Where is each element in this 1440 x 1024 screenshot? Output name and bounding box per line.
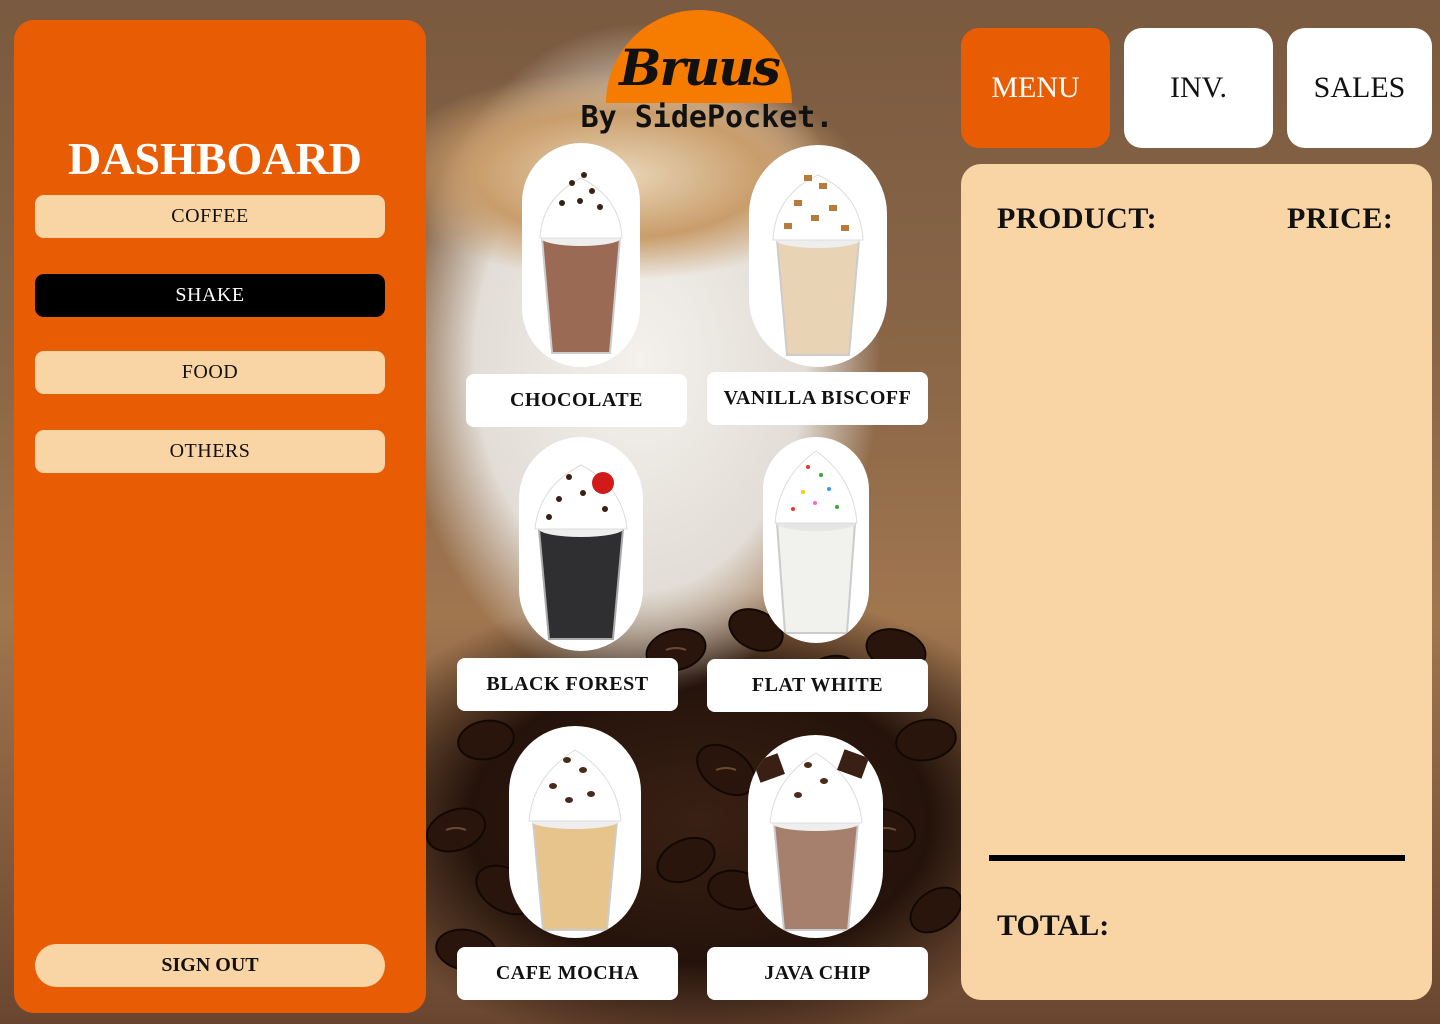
logo-brand-name: Bruus [619, 38, 780, 97]
product-image-cafe-mocha[interactable] [509, 726, 641, 938]
category-others-button[interactable]: OTHERS [35, 430, 385, 473]
category-food-button[interactable]: FOOD [35, 351, 385, 394]
category-coffee-button[interactable]: COFFEE [35, 195, 385, 238]
category-shake-button[interactable]: SHAKE [35, 274, 385, 317]
flat-white-shake-icon [774, 450, 858, 634]
sign-out-button[interactable]: SIGN OUT [35, 944, 385, 987]
total-label: TOTAL: [997, 909, 1110, 942]
product-label-java-chip[interactable]: JAVA CHIP [707, 947, 928, 1000]
product-image-flat-white[interactable] [763, 437, 869, 643]
logo-tagline: By SidePocket. [580, 100, 834, 135]
product-label-flat-white[interactable]: FLAT WHITE [707, 659, 928, 712]
tab-sales[interactable]: SALES [1287, 28, 1432, 148]
price-column-header: PRICE: [1287, 202, 1394, 235]
product-image-vanilla-biscoff[interactable] [749, 145, 887, 367]
tab-inventory[interactable]: INV. [1124, 28, 1273, 148]
product-image-black-forest[interactable] [519, 437, 643, 651]
total-divider [989, 855, 1405, 861]
tab-menu[interactable]: MENU [961, 28, 1110, 148]
chocolate-shake-icon [539, 172, 623, 354]
dashboard-title: DASHBOARD [68, 133, 362, 184]
product-label-chocolate[interactable]: CHOCOLATE [466, 374, 687, 427]
product-column-header: PRODUCT: [997, 202, 1158, 235]
java-chip-shake-icon [753, 749, 869, 931]
order-panel: PRODUCT: PRICE: TOTAL: [961, 164, 1432, 1000]
product-label-cafe-mocha[interactable]: CAFE MOCHA [457, 947, 678, 1000]
black-forest-shake-icon [534, 464, 628, 640]
product-image-chocolate[interactable] [522, 143, 640, 367]
sidebar: DASHBOARD COFFEE SHAKE FOOD OTHERS SIGN … [14, 20, 426, 1013]
product-label-black-forest[interactable]: BLACK FOREST [457, 658, 678, 711]
vanilla-biscoff-shake-icon [772, 174, 864, 356]
product-image-java-chip[interactable] [748, 735, 883, 938]
product-label-vanilla-biscoff[interactable]: VANILLA BISCOFF [707, 372, 928, 425]
cafe-mocha-shake-icon [528, 749, 622, 931]
